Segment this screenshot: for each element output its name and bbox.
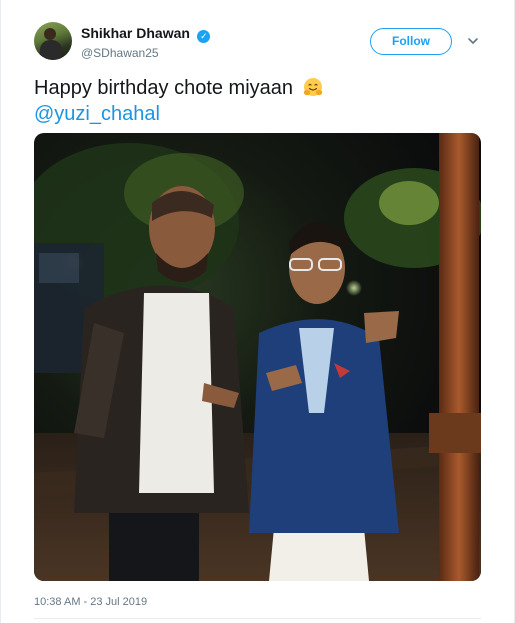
tweet-header: Shikhar Dhawan ✓ @SDhawan25 Follow bbox=[34, 22, 494, 66]
photo-illustration bbox=[34, 133, 481, 581]
tweet-photo[interactable] bbox=[34, 133, 481, 581]
hugging-face-icon bbox=[303, 78, 322, 96]
author-display-name[interactable]: Shikhar Dhawan bbox=[81, 24, 190, 42]
verified-badge-icon: ✓ bbox=[197, 30, 211, 43]
tweet-card: Shikhar Dhawan ✓ @SDhawan25 Follow Happy… bbox=[0, 0, 515, 623]
chevron-down-icon[interactable] bbox=[466, 34, 480, 48]
tweet-body-text: Happy birthday chote miyaan bbox=[34, 77, 294, 99]
tweet-text: Happy birthday chote miyaan @yuzi_chahal bbox=[34, 75, 484, 127]
follow-button[interactable]: Follow bbox=[370, 28, 452, 55]
tweet-timestamp[interactable]: 10:38 AM - 23 Jul 2019 bbox=[34, 596, 147, 608]
divider bbox=[34, 618, 481, 619]
person-right bbox=[249, 221, 399, 581]
avatar-head-shape bbox=[44, 28, 56, 40]
author-handle[interactable]: @SDhawan25 bbox=[81, 45, 281, 61]
avatar-body-shape bbox=[40, 40, 62, 60]
mention-link[interactable]: @yuzi_chahal bbox=[34, 101, 484, 127]
author-info: Shikhar Dhawan ✓ @SDhawan25 bbox=[81, 24, 281, 61]
avatar[interactable] bbox=[34, 22, 72, 60]
